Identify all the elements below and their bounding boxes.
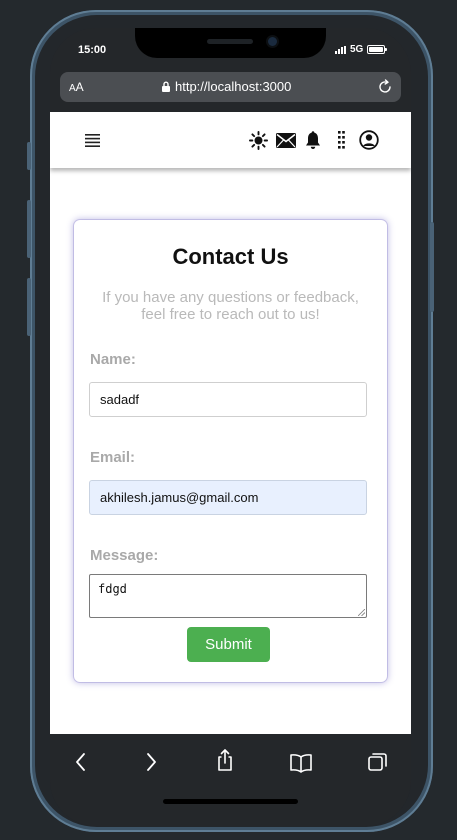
- message-textarea[interactable]: fdgd: [89, 574, 367, 618]
- back-icon[interactable]: [69, 750, 93, 774]
- lock-icon: [162, 81, 170, 92]
- submit-button[interactable]: Submit: [187, 627, 270, 662]
- bell-icon[interactable]: [304, 130, 322, 150]
- home-indicator[interactable]: [163, 799, 298, 804]
- sun-icon[interactable]: [248, 130, 268, 150]
- camera: [268, 37, 277, 46]
- dots-vertical-icon[interactable]: [336, 130, 346, 150]
- email-label: Email:: [90, 449, 136, 466]
- battery-icon: [367, 45, 388, 54]
- menu-icon[interactable]: [84, 130, 100, 150]
- contact-form-card: Contact Us If you have any questions or …: [74, 220, 387, 682]
- phone-screen: 15:00 5G AA http://localhost:3000 Contac…: [50, 28, 411, 826]
- address-bar[interactable]: AA http://localhost:3000: [60, 72, 401, 102]
- status-indicators: 5G: [335, 44, 388, 55]
- name-input[interactable]: sadadf: [89, 382, 367, 417]
- volume-up-button: [27, 200, 31, 258]
- bookmarks-icon[interactable]: [289, 750, 313, 774]
- share-icon[interactable]: [213, 748, 237, 772]
- navbar: [50, 112, 411, 168]
- speaker: [207, 39, 253, 44]
- mute-switch: [27, 142, 31, 170]
- notch: [135, 28, 326, 58]
- contact-subtitle: If you have any questions or feedback, f…: [102, 289, 359, 323]
- tabs-icon[interactable]: [366, 750, 390, 774]
- message-text: fdgd: [98, 582, 127, 596]
- signal-icon: [335, 45, 346, 54]
- contact-title: Contact Us: [172, 244, 289, 269]
- text-size-button[interactable]: AA: [69, 80, 84, 94]
- volume-down-button: [27, 278, 31, 336]
- user-icon[interactable]: [358, 130, 380, 150]
- forward-icon[interactable]: [139, 750, 163, 774]
- resize-grip-icon[interactable]: [358, 609, 365, 616]
- browser-toolbar: [50, 734, 411, 826]
- url-text[interactable]: http://localhost:3000: [175, 79, 291, 94]
- mail-icon[interactable]: [276, 130, 296, 150]
- network-type: 5G: [350, 44, 364, 55]
- web-page: Contact Us If you have any questions or …: [50, 112, 411, 734]
- name-label: Name:: [90, 351, 136, 368]
- message-label: Message:: [90, 547, 159, 564]
- power-button: [430, 222, 434, 312]
- email-input[interactable]: akhilesh.jamus@gmail.com: [89, 480, 367, 515]
- reload-icon[interactable]: [377, 79, 393, 95]
- status-time: 15:00: [78, 44, 107, 56]
